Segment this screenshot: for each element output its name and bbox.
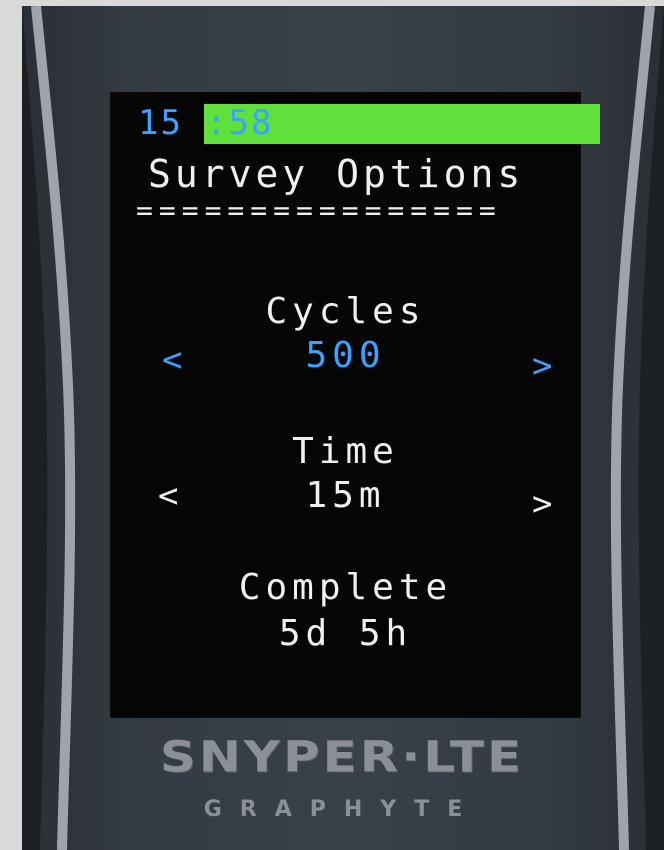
clock-separator: : [206, 104, 229, 143]
time-increase-arrow[interactable]: > [532, 484, 552, 524]
device-screen: 15 :58 Survey Options ================ C… [110, 92, 600, 718]
title-divider: ================ [136, 196, 502, 226]
cycles-increase-arrow[interactable]: > [532, 346, 552, 386]
battery-bar: :58 [204, 104, 600, 144]
cycles-label: Cycles [265, 291, 426, 332]
clock-minutes-value: 58 [228, 104, 274, 143]
brand-logo: SNYPER·LTE [159, 732, 525, 782]
clock-minutes: :58 [204, 104, 273, 142]
screen-title: Survey Options [148, 152, 525, 196]
clock-hours: 15 [138, 103, 183, 143]
status-bar: 15 :58 [138, 102, 608, 144]
time-value[interactable]: 15m [110, 476, 581, 516]
complete-value: 5d 5h [278, 613, 413, 654]
cycles-value[interactable]: 500 [110, 336, 581, 376]
maker-logo: GRAPHYTE [203, 797, 481, 822]
time-label: Time [292, 431, 399, 472]
complete-label: Complete [238, 567, 453, 608]
